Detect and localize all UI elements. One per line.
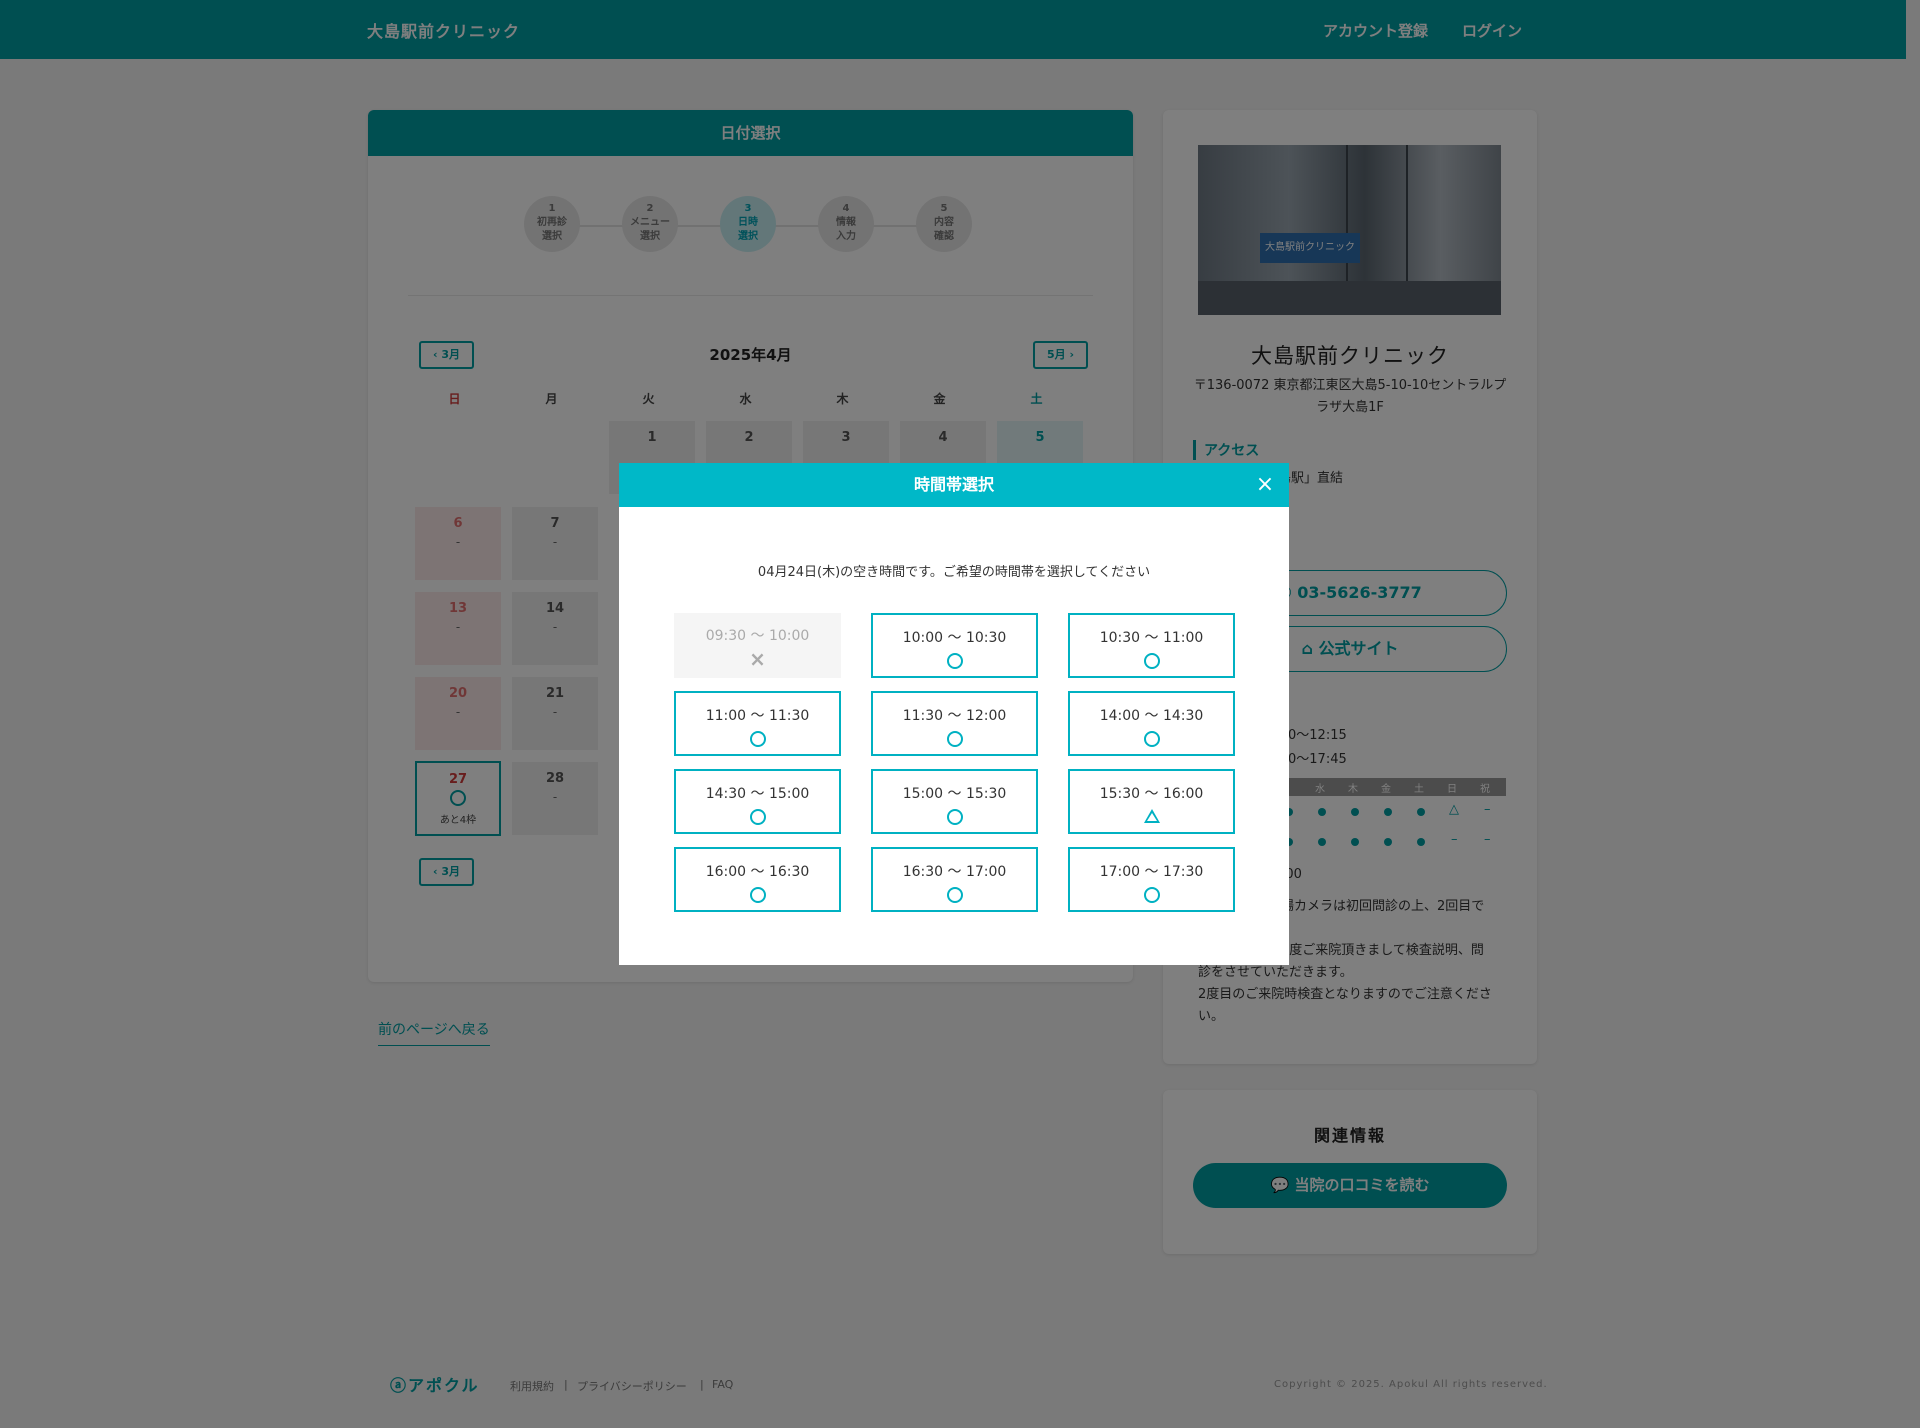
available-circle-icon [1143,887,1160,903]
time-slot[interactable]: 17:00 〜 17:30 [1068,847,1235,912]
time-slot[interactable]: 11:00 〜 11:30 [674,691,841,756]
time-slot[interactable]: 15:00 〜 15:30 [871,769,1038,834]
modal-message: 04月24日(木)の空き時間です。ご希望の時間帯を選択してください [757,565,1151,580]
time-slot[interactable]: 14:30 〜 15:00 [674,769,841,834]
available-circle-icon [946,887,963,903]
available-circle-icon [749,887,766,903]
available-circle-icon [749,809,766,825]
time-slot[interactable]: 16:30 〜 17:00 [871,847,1038,912]
time-slot-modal: 時間帯選択 × 04月24日(木)の空き時間です。ご希望の時間帯を選択してくださ… [619,463,1289,965]
time-slot[interactable]: 10:30 〜 11:00 [1068,613,1235,678]
time-slot[interactable]: 11:30 〜 12:00 [871,691,1038,756]
available-circle-icon [946,653,963,669]
time-slot[interactable]: 16:00 〜 16:30 [674,847,841,912]
available-circle-icon [1143,653,1160,669]
modal-title: 時間帯選択 [619,463,1289,507]
time-slot[interactable]: 15:30 〜 16:00 [1068,769,1235,834]
available-circle-icon [946,809,963,825]
time-slot[interactable]: 14:00 〜 14:30 [1068,691,1235,756]
limited-triangle-icon [1143,809,1160,823]
unavailable-x-icon: × [749,647,766,671]
time-slot-unavailable: 09:30 〜 10:00 × [674,613,841,678]
available-circle-icon [749,731,766,747]
available-circle-icon [1143,731,1160,747]
available-circle-icon [946,731,963,747]
time-slot[interactable]: 10:00 〜 10:30 [871,613,1038,678]
close-icon[interactable]: × [1253,473,1277,497]
